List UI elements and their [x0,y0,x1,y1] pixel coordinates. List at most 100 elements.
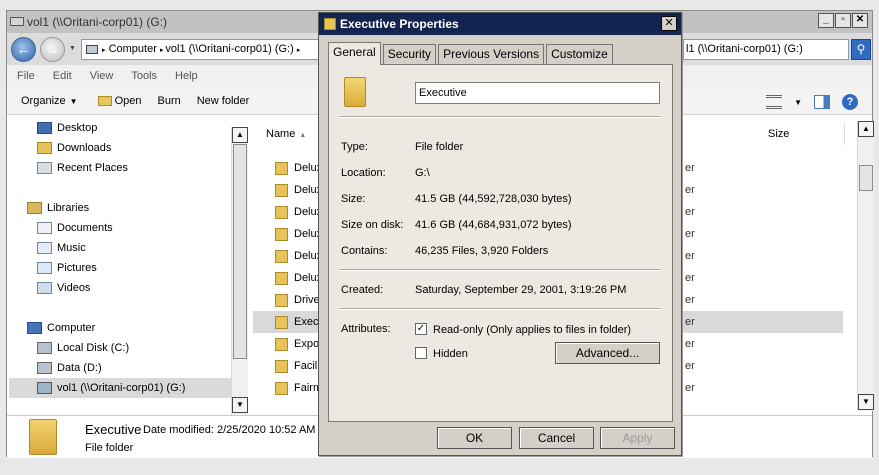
separator [339,308,661,310]
address-bar[interactable]: ▸ Computer ▸ vol1 (\\Oritani-corp01) (G:… [81,39,321,60]
tab-customize[interactable]: Customize [546,44,613,64]
computer-icon [86,44,98,54]
dialog-close-button[interactable]: ✕ [661,16,677,31]
menu-edit[interactable]: Edit [53,70,72,82]
file-type: er [685,206,695,218]
menu-file[interactable]: File [17,70,35,82]
nav-item-libraries[interactable]: Libraries [27,198,89,218]
tab-security[interactable]: Security [382,44,437,64]
readonly-checkbox[interactable]: ✓ [415,323,427,335]
nav-item-computer[interactable]: Computer [27,318,95,338]
scroll-up-icon[interactable]: ▲ [858,121,874,137]
help-icon[interactable]: ? [842,94,858,110]
column-header-size[interactable]: Size [755,123,845,145]
window-controls: _ ▫ ✕ [818,13,868,28]
maximize-button[interactable]: ▫ [835,13,851,28]
tab-general[interactable]: General [328,42,381,65]
readonly-label: Read-only (Only applies to files in fold… [433,324,632,336]
attributes-label: Attributes: [341,323,391,335]
nav-item-desktop[interactable]: Desktop [37,118,97,138]
search-icon[interactable]: ⚲ [851,39,871,60]
address-part-computer[interactable]: Computer [109,43,157,55]
folder-name-input[interactable] [415,82,660,104]
apply-button[interactable]: Apply [600,427,675,449]
scroll-up-icon[interactable]: ▲ [232,127,248,143]
menu-tools[interactable]: Tools [131,70,157,82]
hidden-label: Hidden [433,348,468,360]
file-type: er [685,184,695,196]
nav-item-pictures[interactable]: Pictures [37,258,97,278]
view-dropdown-icon[interactable]: ▼ [794,98,802,107]
location-value: G:\ [415,167,430,179]
desktop-icon [37,122,52,135]
pictures-icon [37,262,52,275]
back-button[interactable]: ← [11,37,36,62]
open-button[interactable]: Open [97,95,141,107]
folder-icon [275,382,288,395]
ok-button[interactable]: OK [437,427,512,449]
organize-button[interactable]: Organize ▼ [21,95,78,107]
computer-icon [27,322,42,335]
location-label: Location: [341,167,386,179]
nav-scrollbar[interactable]: ▲ ▼ [231,127,248,415]
music-icon [37,242,52,255]
nav-item-music[interactable]: Music [37,238,86,258]
close-button[interactable]: ✕ [852,13,868,28]
contains-label: Contains: [341,245,388,257]
folder-icon [275,228,288,241]
file-type: er [685,250,695,262]
size-value: 41.5 GB (44,592,728,030 bytes) [415,193,572,205]
minimize-button[interactable]: _ [818,13,834,28]
separator [339,116,661,118]
scroll-down-icon[interactable]: ▼ [232,397,248,413]
change-view-icon[interactable] [766,95,783,109]
nav-item-recent-places[interactable]: Recent Places [37,158,128,178]
videos-icon [37,282,52,295]
separator [339,269,661,271]
created-value: Saturday, September 29, 2001, 3:19:26 PM [415,284,627,296]
hidden-checkbox[interactable] [415,347,427,359]
address-part-volume[interactable]: vol1 (\\Oritani-corp01) (G:) [165,43,293,55]
type-value: File folder [415,141,464,153]
nav-item-documents[interactable]: Documents [37,218,113,238]
nav-item-local-disk[interactable]: Local Disk (C:) [37,338,129,358]
file-type: er [685,382,695,394]
file-list-scrollbar[interactable]: ▲ ▼ [857,121,874,411]
folder-icon [29,419,57,455]
nav-item-videos[interactable]: Videos [37,278,90,298]
created-label: Created: [341,284,384,296]
preview-pane-icon[interactable] [814,95,830,109]
history-dropdown-icon[interactable]: ▼ [69,45,76,52]
cancel-button[interactable]: Cancel [519,427,594,449]
local-disk-icon [37,342,52,355]
folder-icon [275,162,288,175]
file-type: er [685,272,695,284]
network-drive-icon [10,17,24,26]
file-scroll-thumb[interactable] [859,165,873,191]
size-on-disk-label: Size on disk: [341,219,404,231]
folder-icon [275,360,288,373]
file-type: er [685,316,695,328]
downloads-icon [37,142,52,155]
general-tab-panel: Type: File folder Location: G:\ Size: 41… [328,64,673,422]
menu-view[interactable]: View [90,70,114,82]
file-type: er [685,294,695,306]
advanced-button[interactable]: Advanced... [555,342,660,364]
libraries-icon [27,202,42,215]
forward-button[interactable]: → [40,37,65,62]
new-folder-button[interactable]: New folder [197,95,250,107]
network-drive-icon [37,382,52,395]
burn-button[interactable]: Burn [157,95,180,107]
open-folder-icon [97,95,112,106]
scroll-down-icon[interactable]: ▼ [858,394,874,410]
nav-item-downloads[interactable]: Downloads [37,138,111,158]
dialog-tabs: General Security Previous Versions Custo… [328,42,615,65]
menu-help[interactable]: Help [175,70,198,82]
nav-scroll-thumb[interactable] [233,144,247,359]
nav-item-network-volume[interactable]: vol1 (\\Oritani-corp01) (G:) [9,378,231,398]
file-type: er [685,162,695,174]
tab-previous-versions[interactable]: Previous Versions [438,44,545,64]
address-bar-overflow[interactable]: l1 (\\Oritani-corp01) (G:) [683,39,849,60]
nav-item-data-drive[interactable]: Data (D:) [37,358,102,378]
folder-icon [275,206,288,219]
